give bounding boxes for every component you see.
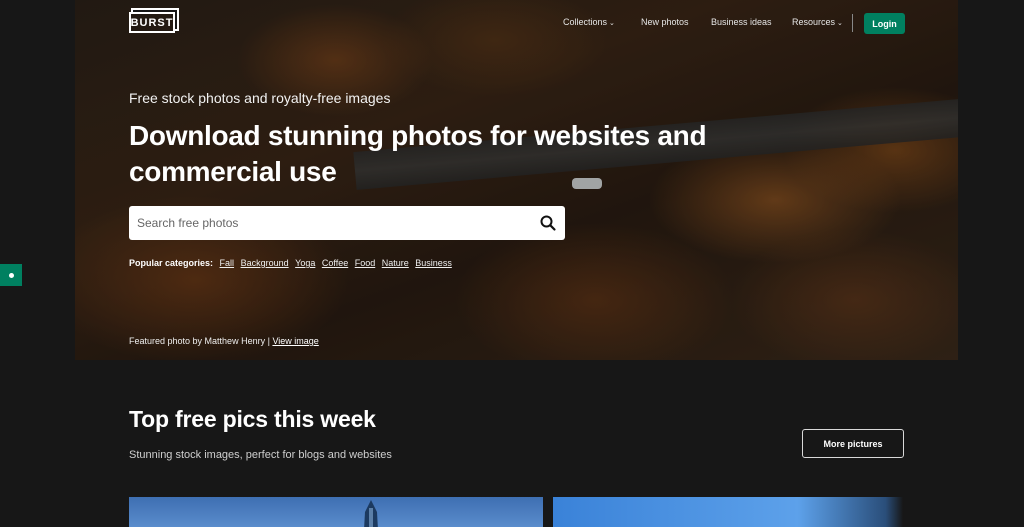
chevron-down-icon: ⌄ bbox=[609, 20, 615, 27]
feedback-icon bbox=[8, 272, 14, 278]
search-bar bbox=[129, 206, 565, 240]
category-link-food[interactable]: Food bbox=[355, 258, 376, 268]
search-icon bbox=[540, 215, 556, 231]
nav-collections[interactable]: Collections ⌄ bbox=[563, 17, 615, 27]
hero-subtitle: Free stock photos and royalty-free image… bbox=[129, 90, 391, 106]
photo-thumbnail[interactable] bbox=[553, 497, 903, 527]
more-pictures-button[interactable]: More pictures bbox=[802, 429, 904, 458]
popular-categories: Popular categories: Fall Background Yoga… bbox=[129, 258, 452, 268]
nav-new-photos-label: New photos bbox=[641, 17, 689, 27]
photo-credit: Featured photo by Matthew Henry | View i… bbox=[129, 336, 319, 346]
category-link-background[interactable]: Background bbox=[241, 258, 289, 268]
burst-logo[interactable]: BURST bbox=[129, 12, 175, 33]
building-image bbox=[364, 500, 378, 527]
view-image-link[interactable]: View image bbox=[272, 336, 318, 346]
photo-thumbnail[interactable] bbox=[129, 497, 543, 527]
photo-credit-text: Featured photo by Matthew Henry | bbox=[129, 336, 270, 346]
category-link-coffee[interactable]: Coffee bbox=[322, 258, 348, 268]
category-link-business[interactable]: Business bbox=[415, 258, 452, 268]
hero-headline: Download stunning photos for websites an… bbox=[129, 120, 707, 187]
login-button[interactable]: Login bbox=[864, 13, 905, 34]
search-button[interactable] bbox=[539, 214, 557, 232]
feedback-tab[interactable] bbox=[0, 264, 22, 286]
nav-business-ideas-label: Business ideas bbox=[711, 17, 772, 27]
search-input[interactable] bbox=[129, 206, 529, 240]
chevron-down-icon: ⌄ bbox=[837, 20, 843, 27]
nav-resources[interactable]: Resources ⌄ bbox=[792, 17, 843, 27]
section-subtitle: Stunning stock images, perfect for blogs… bbox=[129, 449, 392, 461]
category-link-nature[interactable]: Nature bbox=[382, 258, 409, 268]
category-link-fall[interactable]: Fall bbox=[220, 258, 235, 268]
nav-divider bbox=[852, 14, 853, 32]
popular-categories-label: Popular categories: bbox=[129, 258, 214, 268]
nav-collections-label: Collections bbox=[563, 17, 608, 27]
nav-resources-label: Resources bbox=[792, 17, 836, 27]
category-link-yoga[interactable]: Yoga bbox=[295, 258, 315, 268]
section-title: Top free pics this week bbox=[129, 406, 376, 432]
nav-business-ideas[interactable]: Business ideas bbox=[711, 17, 772, 27]
nav-new-photos[interactable]: New photos bbox=[641, 17, 689, 27]
